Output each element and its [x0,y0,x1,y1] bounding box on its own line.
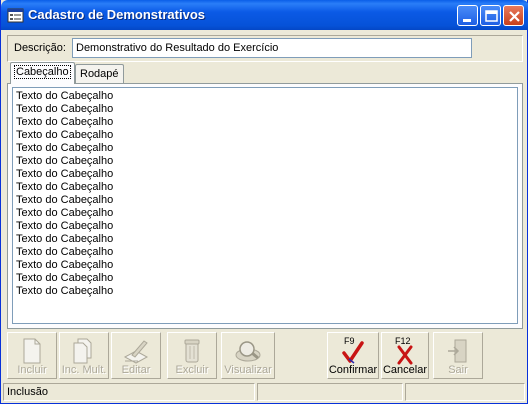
multiple-documents-icon [73,338,92,364]
visualizar-button[interactable]: Visualizar [221,332,275,379]
tab-panel: Texto do Cabeçalho Texto do Cabeçalho Te… [7,83,523,329]
status-bar: Inclusão [3,383,527,402]
header-text-memo[interactable]: Texto do Cabeçalho Texto do Cabeçalho Te… [12,87,518,324]
memo-line: Texto do Cabeçalho [16,259,114,271]
memo-line: Texto do Cabeçalho [16,90,114,102]
trash-can-icon [184,339,200,363]
incluir-button[interactable]: Incluir [7,332,57,379]
cancelar-button[interactable]: F12 Cancelar [381,332,429,379]
memo-line: Texto do Cabeçalho [16,246,114,258]
memo-line: Texto do Cabeçalho [16,181,114,193]
memo-line: Texto do Cabeçalho [16,168,114,180]
tab-cabecalho[interactable]: Cabeçalho [10,62,75,84]
memo-line: Texto do Cabeçalho [16,142,114,154]
action-toolbar: Incluir Inc. Mult. Editar Excluir Visual… [5,332,525,380]
sair-button[interactable]: Sair [433,332,483,379]
memo-line: Texto do Cabeçalho [16,207,114,219]
tab-rodape-label: Rodapé [80,68,119,80]
memo-line: Texto do Cabeçalho [16,103,114,115]
description-label: Descrição: [14,42,66,54]
memo-line: Texto do Cabeçalho [16,116,114,128]
minimize-icon [463,19,471,22]
status-panel-2 [257,383,403,401]
maximize-icon [485,10,498,22]
status-mode: Inclusão [3,383,255,401]
maximize-button[interactable] [480,5,501,26]
memo-line: Texto do Cabeçalho [16,194,114,206]
memo-line: Texto do Cabeçalho [16,272,114,284]
checkmark-icon [342,341,364,364]
memo-line: Texto do Cabeçalho [16,155,114,167]
sair-label: Sair [448,364,468,376]
tab-rodape[interactable]: Rodapé [75,64,124,83]
incluir-label: Incluir [17,364,47,376]
close-icon [509,11,520,22]
window-title: Cadastro de Demonstrativos [28,7,205,22]
memo-line: Texto do Cabeçalho [16,285,114,297]
cancelar-label: Cancelar [382,364,428,376]
excluir-button[interactable]: Excluir [167,332,217,379]
memo-line: Texto do Cabeçalho [16,129,114,141]
inc-mult-label: Inc. Mult. [61,364,107,376]
close-button[interactable] [503,5,524,26]
edit-pencil-icon [123,340,149,364]
main-window: Cadastro de Demonstrativos Descrição: De… [0,0,528,404]
new-document-icon [23,338,41,364]
memo-line: Texto do Cabeçalho [16,233,114,245]
memo-line: Texto do Cabeçalho [16,220,114,232]
tab-cabecalho-label: Cabeçalho [14,65,71,79]
editar-button[interactable]: Editar [111,332,161,379]
exit-door-icon [448,339,467,363]
inc-mult-button[interactable]: Inc. Mult. [59,332,109,379]
description-input[interactable]: Demonstrativo do Resultado do Exercício [72,38,472,58]
visualizar-label: Visualizar [224,364,272,376]
title-bar[interactable]: Cadastro de Demonstrativos [1,0,528,30]
excluir-label: Excluir [175,364,209,376]
confirmar-label: Confirmar [328,364,378,376]
magnifier-icon [235,341,261,362]
editar-label: Editar [121,364,151,376]
description-panel: Descrição: Demonstrativo do Resultado do… [7,35,523,62]
cancel-x-icon [397,345,413,365]
app-form-icon[interactable] [7,7,24,24]
minimize-button[interactable] [457,5,478,26]
confirmar-button[interactable]: F9 Confirmar [327,332,379,379]
status-panel-3 [405,383,525,401]
